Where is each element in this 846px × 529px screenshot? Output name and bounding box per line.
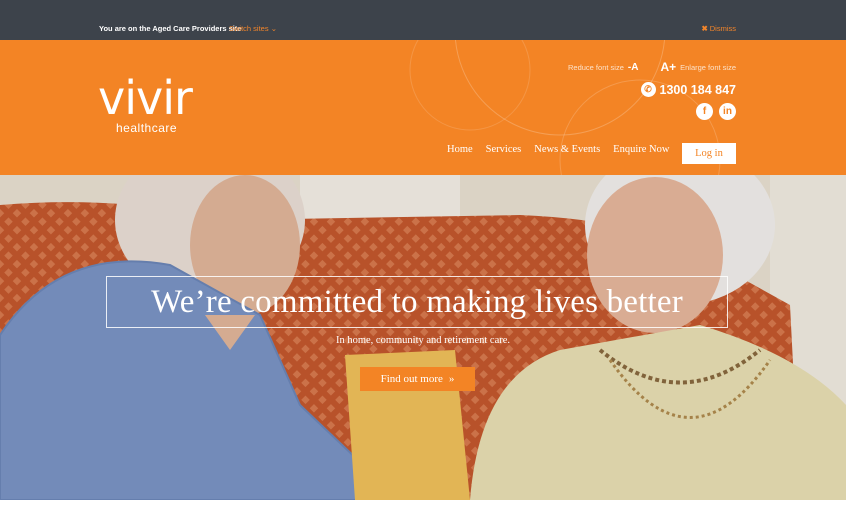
nav-services[interactable]: Services	[486, 144, 522, 155]
nav-home[interactable]: Home	[447, 144, 473, 155]
site-notice: You are on the Aged Care Providers site	[99, 24, 242, 33]
page-content-start	[0, 500, 846, 529]
phone-number: 1300 184 847	[659, 82, 736, 97]
enlarge-font-label: Enlarge font size	[680, 62, 736, 72]
phone-link[interactable]: ✆ 1300 184 847	[640, 82, 736, 97]
social-links: f in	[696, 103, 736, 120]
switch-sites-label: Switch sites	[229, 24, 269, 33]
reduce-font-button[interactable]: -A	[628, 62, 639, 73]
site-switch-bar: You are on the Aged Care Providers site …	[0, 0, 846, 40]
logo-wordmark: vivir	[98, 71, 193, 125]
login-button[interactable]: Log in	[682, 143, 736, 164]
linkedin-icon[interactable]: in	[719, 103, 736, 120]
facebook-icon[interactable]: f	[696, 103, 713, 120]
nav-enquire-now[interactable]: Enquire Now	[613, 144, 669, 155]
nav-news-events[interactable]: News & Events	[534, 144, 600, 155]
site-header: vivir healthcare Reduce font size -A A+ …	[0, 40, 846, 175]
hero-subline: In home, community and retirement care.	[335, 335, 511, 346]
main-nav: Home Services News & Events Enquire Now	[447, 144, 669, 155]
enlarge-font-button[interactable]: A+	[660, 60, 676, 74]
cta-label: Find out more	[380, 373, 443, 385]
headline-frame: We’re committed to making lives better	[106, 276, 728, 328]
phone-icon: ✆	[640, 82, 656, 97]
reduce-font-label: Reduce font size	[568, 62, 624, 72]
dismiss-label: Dismiss	[709, 24, 736, 33]
dismiss-button[interactable]: ✖ Dismiss	[701, 24, 736, 33]
hero-headline: We’re committed to making lives better	[151, 283, 683, 320]
find-out-more-button[interactable]: Find out more »	[360, 367, 475, 391]
close-icon: ✖	[701, 24, 708, 33]
font-size-controls: Reduce font size -A A+ Enlarge font size	[568, 60, 736, 74]
hero-banner: We’re committed to making lives better I…	[0, 175, 846, 500]
chevron-down-icon: ⌄	[270, 24, 277, 33]
switch-sites-link[interactable]: Switch sites ⌄	[229, 24, 277, 33]
double-chevron-right-icon: »	[448, 373, 455, 385]
vivir-logo[interactable]: vivir healthcare	[98, 71, 193, 135]
